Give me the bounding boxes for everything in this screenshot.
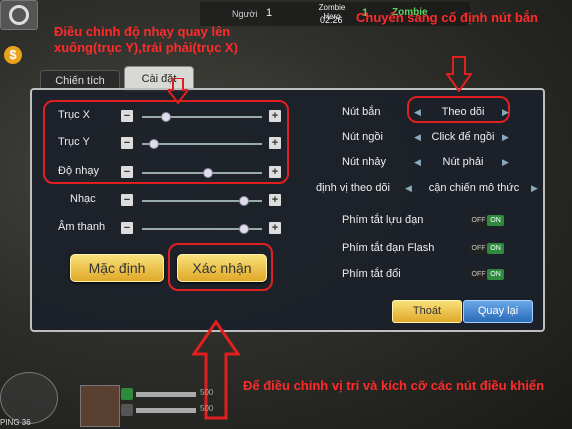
option-next-icon[interactable]: ▶ — [502, 132, 509, 143]
option-prev-icon[interactable]: ◀ — [414, 132, 421, 143]
slider-label: Âm thanh — [58, 221, 106, 233]
health-icon — [121, 388, 133, 400]
gear-icon — [9, 5, 29, 25]
toggle-label: Phím tắt đổi — [342, 268, 401, 280]
toggle-off-label: OFF — [471, 217, 486, 224]
armor-value: 500 — [200, 404, 214, 413]
joystick[interactable] — [0, 372, 58, 424]
armor-icon — [121, 404, 133, 416]
exit-button[interactable]: Thoát — [392, 300, 462, 323]
slider-handle[interactable] — [239, 224, 249, 234]
annotation-controls: Để điều chỉnh vị trí và kích cỡ các nút … — [243, 378, 545, 393]
toggle-on-label: ON — [487, 215, 504, 226]
toggle-switch[interactable]: OFF ON — [470, 243, 504, 254]
health-bar — [136, 392, 196, 397]
toggle-switch[interactable]: OFF ON — [470, 215, 504, 226]
sensitivity-highlight-box — [43, 100, 289, 184]
option-next-icon[interactable]: ▶ — [502, 107, 509, 118]
team1-label: Người — [232, 9, 258, 19]
option-prev-icon[interactable]: ◀ — [414, 157, 421, 168]
arrow-down-icon — [168, 78, 188, 104]
settings-gear-button[interactable] — [0, 0, 38, 30]
option-prev-icon[interactable]: ◀ — [405, 183, 412, 194]
option-label: Nút bắn — [342, 106, 381, 118]
health-value: 500 — [200, 388, 214, 397]
annotation-sensitivity: Điều chỉnh độ nhạy quay lên xuống(trục Y… — [54, 24, 238, 55]
slider-increase-button[interactable]: + — [269, 222, 281, 234]
toggle-on-label: ON — [487, 269, 504, 280]
option-prev-icon[interactable]: ◀ — [414, 107, 421, 118]
option-label: Nút nhảy — [342, 156, 387, 168]
toggle-switch[interactable]: OFF ON — [470, 269, 504, 280]
team1-score: 1 — [266, 7, 273, 19]
option-next-icon[interactable]: ▶ — [502, 157, 509, 168]
toggle-on-label: ON — [487, 243, 504, 254]
slider-increase-button[interactable]: + — [269, 194, 281, 206]
slider-label: Nhạc — [70, 193, 96, 205]
option-value: cận chiến mô thức — [428, 182, 520, 194]
coin-icon: $ — [4, 46, 22, 64]
toggle-label: Phím tắt đạn Flash — [342, 242, 435, 254]
option-label: định vị theo dõi — [316, 182, 390, 194]
match-timer: 02:26 — [320, 15, 343, 25]
back-button[interactable]: Quay lại — [463, 300, 533, 323]
ping-readout: PING 36 — [0, 418, 31, 427]
slider-decrease-button[interactable]: − — [121, 222, 133, 234]
confirm-button[interactable]: Xác nhận — [177, 254, 267, 282]
arrow-down-icon — [446, 56, 472, 92]
toggle-label: Phím tắt lựu đạn — [342, 214, 424, 226]
toggle-off-label: OFF — [471, 271, 486, 278]
option-value: Nút phải — [442, 156, 484, 168]
option-value: Click để ngồi — [431, 131, 495, 143]
slider-handle[interactable] — [239, 196, 249, 206]
option-value: Theo dõi — [441, 106, 485, 118]
armor-bar — [136, 408, 196, 413]
option-next-icon[interactable]: ▶ — [531, 183, 538, 194]
annotation-fire-button: Chuyển sang cố định nút bắn — [356, 10, 538, 25]
avatar — [80, 385, 120, 427]
toggle-off-label: OFF — [471, 245, 486, 252]
default-button[interactable]: Mặc định — [70, 254, 164, 282]
option-label: Nút ngồi — [342, 131, 383, 143]
slider-decrease-button[interactable]: − — [121, 194, 133, 206]
